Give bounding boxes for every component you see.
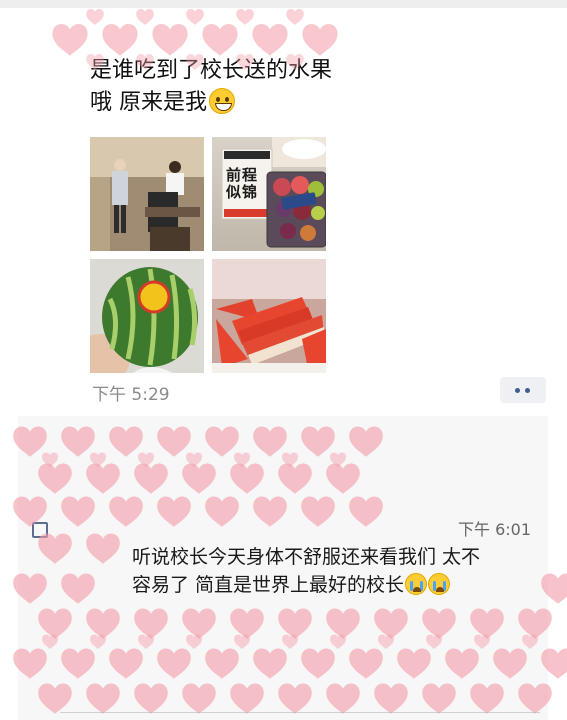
comment-icon [32, 522, 48, 538]
moment-text: 是谁吃到了校长送的水果 哦 原来是我 [90, 55, 530, 119]
photo-watermelon-slices[interactable] [212, 259, 326, 373]
comment-timestamp: 下午 6:01 [458, 520, 532, 539]
dot-icon [515, 388, 520, 393]
gift-box-label: 前程似锦 [226, 166, 259, 201]
moment-text-line-2: 哦 原来是我 [90, 90, 207, 115]
more-actions-button[interactable] [500, 377, 546, 403]
top-status-strip [0, 0, 567, 8]
photo-meeting-room[interactable] [90, 137, 204, 251]
grinning-face-icon [209, 88, 235, 114]
comment-text: 听说校长今天身体不舒服还来看我们 太不 容易了 简直是世界上最好的校长 [132, 543, 532, 599]
photo-whole-watermelon[interactable] [90, 259, 204, 373]
photo-fruit-gift-box[interactable]: 前程似锦 [212, 137, 326, 251]
comment-text-line-2: 容易了 简直是世界上最好的校长 [132, 574, 405, 596]
dot-icon [525, 388, 530, 393]
loudly-crying-face-icon [405, 573, 428, 595]
comment-text-line-1: 听说校长今天身体不舒服还来看我们 太不 [132, 546, 481, 568]
meeting-room-image [90, 137, 204, 251]
divider [60, 712, 540, 713]
loudly-crying-face-icon [428, 573, 451, 595]
watermelon-slices-image [212, 259, 326, 373]
whole-watermelon-image [90, 259, 204, 373]
moment-timestamp: 下午 5:29 [92, 385, 170, 405]
moment-text-line-1: 是谁吃到了校长送的水果 [90, 58, 333, 83]
